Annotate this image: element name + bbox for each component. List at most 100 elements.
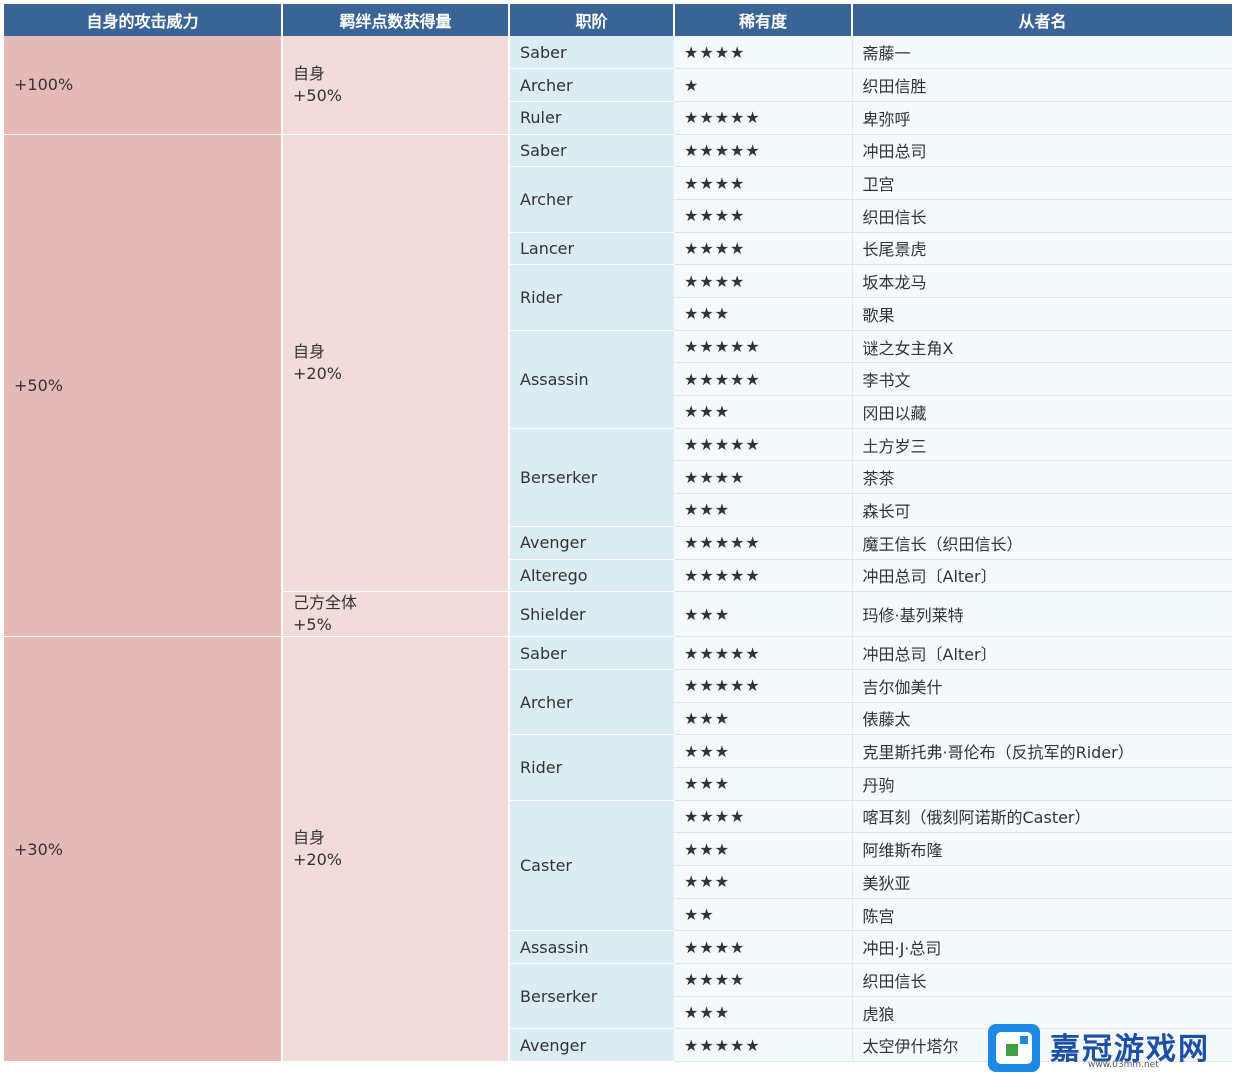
- servant-name: 冲田总司〔Alter〕: [852, 636, 1232, 670]
- rarity-stars: ★★★★: [674, 166, 853, 200]
- bond-points-cell: 自身 +50%: [282, 36, 510, 135]
- table-row: +50% 自身 +20% Saber ★★★★★ 冲田总司: [4, 134, 1232, 638]
- servant-name: 织田信长: [852, 199, 1232, 233]
- rarity-stars: ★★★: [674, 865, 853, 899]
- servant-name: 土方岁三: [852, 428, 1232, 462]
- servant-name: 丹驹: [852, 767, 1232, 801]
- servant-table: 自身的攻击威力 羁绊点数获得量 职阶 稀有度 从者名 +100% 自身 +50% Sa…: [4, 4, 1232, 1063]
- class-cell: Saber: [509, 134, 674, 168]
- rarity-stars: ★★★★★: [674, 428, 853, 462]
- class-cell: Avenger: [509, 526, 674, 560]
- watermark: 嘉冠游戏网 www.03mm.net: [986, 1020, 1226, 1076]
- rarity-stars: ★★★: [674, 734, 853, 768]
- rarity-stars: ★★★★★: [674, 134, 853, 168]
- bond-points-cell: 自身 +20%: [282, 134, 510, 593]
- table-row: +30% 自身 +20% Saber ★★★★★ 冲田总司〔Alter〕: [4, 636, 1232, 1063]
- rarity-stars: ★★★★: [674, 460, 853, 495]
- class-cell: Rider: [509, 264, 674, 331]
- class-cell: Archer: [509, 68, 674, 102]
- class-cell: Shielder: [509, 591, 674, 638]
- class-cell: Alterego: [509, 559, 674, 593]
- rarity-stars: ★★★★: [674, 930, 853, 965]
- rarity-stars: ★★★: [674, 996, 853, 1030]
- rarity-stars: ★★★★: [674, 800, 853, 834]
- rarity-stars: ★★★★★: [674, 101, 853, 135]
- rarity-stars: ★: [674, 68, 853, 102]
- class-cell: Archer: [509, 669, 674, 736]
- class-cell: Berserker: [509, 963, 674, 1030]
- class-cell: Archer: [509, 166, 674, 233]
- servant-name: 冲田总司〔Alter〕: [852, 559, 1232, 593]
- rarity-stars: ★★★★: [674, 232, 853, 266]
- class-cell: Rider: [509, 734, 674, 801]
- servant-name: 美狄亚: [852, 865, 1232, 899]
- attack-power-cell: +50%: [4, 134, 283, 638]
- bond-amount: +50%: [293, 85, 342, 105]
- servant-name: 森长可: [852, 493, 1232, 527]
- class-cell: Caster: [509, 800, 674, 932]
- servant-name: 吉尔伽美什: [852, 669, 1232, 703]
- class-cell: Berserker: [509, 428, 674, 527]
- site-logo-icon: [988, 1024, 1040, 1072]
- rarity-stars: ★★★: [674, 767, 853, 801]
- header-rarity: 稀有度: [674, 4, 853, 36]
- rarity-stars: ★★★: [674, 297, 853, 331]
- servant-name: 斋藤一: [852, 36, 1232, 70]
- servant-name: 冲田总司: [852, 134, 1232, 168]
- servant-name: 俵藤太: [852, 702, 1232, 736]
- servant-name: 玛修·基列莱特: [852, 591, 1232, 638]
- attack-power-cell: +100%: [4, 36, 283, 135]
- servant-name: 卫宫: [852, 166, 1232, 200]
- header-servant-name: 从者名: [852, 4, 1232, 36]
- servant-name: 魔王信长（织田信长）: [852, 526, 1232, 560]
- servant-name: 冲田·J·总司: [852, 930, 1232, 965]
- bond-amount: +20%: [293, 363, 342, 383]
- bond-target: 自身: [293, 828, 326, 848]
- class-cell: Ruler: [509, 101, 674, 135]
- rarity-stars: ★★★★: [674, 36, 853, 70]
- table-body: +100% 自身 +50% Saber ★★★★ 斋藤一 Archer ★ 织田信胜 Ruler ★…: [4, 36, 1232, 1063]
- class-cell: Lancer: [509, 232, 674, 266]
- servant-name: 喀耳刻（俄刻阿诺斯的Caster）: [852, 800, 1232, 834]
- servant-name: 织田信长: [852, 963, 1232, 997]
- rarity-stars: ★★★: [674, 395, 853, 429]
- rarity-stars: ★★: [674, 898, 853, 932]
- rarity-stars: ★★★: [674, 591, 853, 638]
- rarity-stars: ★★★★: [674, 264, 853, 298]
- rarity-stars: ★★★★★: [674, 1028, 853, 1063]
- rarity-stars: ★★★★: [674, 199, 853, 233]
- servant-name: 陈宫: [852, 898, 1232, 932]
- header-attack-power: 自身的攻击威力: [4, 4, 283, 36]
- servant-name: 织田信胜: [852, 68, 1232, 102]
- bond-target: 己方全体: [293, 593, 358, 613]
- header-class: 职阶: [509, 4, 675, 36]
- rarity-stars: ★★★★★: [674, 636, 853, 670]
- servant-name: 阿维斯布隆: [852, 832, 1232, 866]
- class-cell: Saber: [509, 636, 674, 670]
- rarity-stars: ★★★★★: [674, 559, 853, 593]
- bond-points-cell: 己方全体 +5%: [282, 591, 510, 638]
- rarity-stars: ★★★: [674, 702, 853, 736]
- class-cell: Saber: [509, 36, 674, 70]
- header-bond-points: 羁绊点数获得量: [282, 4, 510, 36]
- bond-points-cell: 自身 +20%: [282, 636, 510, 1063]
- bond-amount: +20%: [293, 850, 342, 870]
- table-header-row: 自身的攻击威力 羁绊点数获得量 职阶 稀有度 从者名: [4, 4, 1232, 36]
- class-cell: Assassin: [509, 930, 674, 965]
- servant-name: 歌果: [852, 297, 1232, 331]
- servant-name: 卑弥呼: [852, 101, 1232, 135]
- rarity-stars: ★★★: [674, 493, 853, 527]
- rarity-stars: ★★★★★: [674, 526, 853, 560]
- rarity-stars: ★★★★★: [674, 330, 853, 364]
- servant-name: 李书文: [852, 362, 1232, 397]
- table-row: +100% 自身 +50% Saber ★★★★ 斋藤一: [4, 36, 1232, 135]
- servant-name: 坂本龙马: [852, 264, 1232, 298]
- bond-target: 自身: [293, 63, 326, 83]
- servant-name: 冈田以藏: [852, 395, 1232, 429]
- servant-name: 长尾景虎: [852, 232, 1232, 266]
- servant-name: 克里斯托弗·哥伦布（反抗军的Rider）: [852, 734, 1232, 768]
- rarity-stars: ★★★★★: [674, 669, 853, 703]
- servant-name: 谜之女主角X: [852, 330, 1232, 364]
- rarity-stars: ★★★★: [674, 963, 853, 997]
- rarity-stars: ★★★★★: [674, 362, 853, 397]
